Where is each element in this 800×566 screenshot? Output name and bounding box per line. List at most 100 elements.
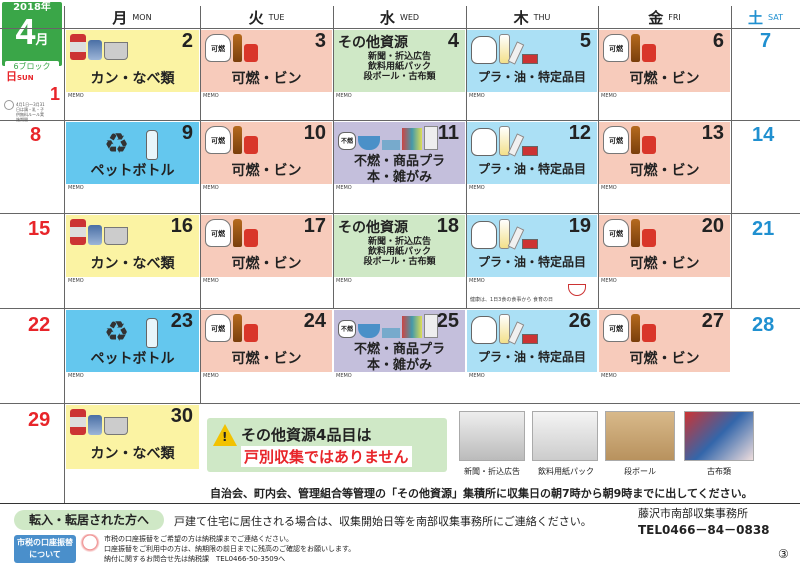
item-icons: 可燃 bbox=[603, 34, 656, 62]
item-icons bbox=[471, 219, 538, 250]
collection-label: 可燃・ビン bbox=[629, 71, 700, 87]
recycle-icon: ♻ bbox=[104, 127, 130, 160]
move-text: 戸建て住宅に居住される場合は、収集開始日等を南部収集事務所にご連絡ください。 bbox=[174, 515, 592, 528]
collection-label: カン・なべ類 bbox=[90, 446, 175, 462]
sat-28: 28 bbox=[752, 314, 775, 336]
memo-label: MEMO bbox=[68, 278, 84, 284]
photo-caption-newspaper: 新聞・折込広告 bbox=[464, 467, 520, 476]
collection-label: ペットボトル bbox=[90, 163, 175, 179]
pet-bottle-icon bbox=[146, 318, 158, 348]
old-cloth-photo bbox=[684, 411, 754, 461]
collection-label: 可燃・ビン bbox=[231, 163, 302, 179]
burnable-bag-icon: 可燃 bbox=[205, 314, 231, 342]
garbage-calendar: 2018年 4月 6ブロック 月 MON 火 TUE 水 WED 木 THU 金 FRI … bbox=[0, 0, 800, 566]
paper-icon bbox=[424, 126, 438, 150]
burnable-bag-icon: 可燃 bbox=[603, 126, 629, 154]
memo-label: MEMO bbox=[336, 278, 352, 284]
item-icons: 可燃 bbox=[205, 219, 258, 247]
day-number: 27 bbox=[701, 310, 724, 332]
item-icons: 可燃 bbox=[205, 126, 258, 154]
day-cell-mon-23: 23 ♻ ペットボトル bbox=[66, 310, 199, 372]
burnable-bag-icon: 可燃 bbox=[603, 34, 629, 62]
bowl-icon bbox=[358, 324, 380, 338]
nonburnable-bag-icon: 不燃 bbox=[338, 320, 356, 338]
health-note: 健康は、1日3食の食事から 食育の日 bbox=[470, 297, 553, 303]
sun-1-cell: 1 4月1日～3月31日は鶏・乳・子供無料ルール実施期間 bbox=[2, 80, 62, 122]
day-number: 9 bbox=[181, 122, 193, 144]
item-icons: 可燃 bbox=[603, 126, 656, 154]
other-items: 新聞・折込広告 飲料用紙パック 段ボール・古布類 bbox=[363, 52, 436, 82]
day-cell-tue-17: 17 可燃 可燃・ビン bbox=[201, 215, 332, 277]
day-number: 25 bbox=[436, 310, 459, 332]
notice-line2: 戸別収集ではありません bbox=[241, 446, 412, 467]
header-thu: 木 THU bbox=[513, 8, 551, 27]
notice-line1: その他資源4品目は bbox=[241, 426, 372, 444]
item-icons bbox=[471, 34, 538, 65]
photo-caption-carton: 飲料用紙パック bbox=[538, 467, 594, 476]
sat-7: 7 bbox=[760, 30, 772, 52]
day-cell-fri-27: 27 可燃 可燃・ビン bbox=[599, 310, 730, 372]
item-icons bbox=[70, 409, 128, 435]
photo-caption-cardboard: 段ボール bbox=[624, 467, 656, 476]
plastic-bag-icon bbox=[471, 128, 497, 156]
memo-label: MEMO bbox=[469, 185, 485, 191]
item-icons: 可燃 bbox=[205, 314, 258, 342]
rice-icon bbox=[4, 100, 14, 110]
day-number: 1 bbox=[49, 84, 60, 104]
battery-icon bbox=[522, 334, 538, 344]
can-icon bbox=[88, 415, 102, 435]
office-name: 藤沢市南部収集事務所 bbox=[638, 507, 748, 520]
month-number: 4 bbox=[15, 11, 36, 52]
memo-label: MEMO bbox=[336, 93, 352, 99]
day-number: 13 bbox=[701, 122, 724, 144]
collection-label: プラ・油・特定品目 bbox=[477, 350, 586, 364]
can-icon bbox=[88, 40, 102, 60]
day-number: 16 bbox=[170, 215, 193, 237]
memo-label: MEMO bbox=[68, 185, 84, 191]
day-number: 2 bbox=[181, 30, 193, 52]
day-number: 23 bbox=[170, 310, 193, 332]
cardboard-photo bbox=[605, 411, 675, 461]
sat-14: 14 bbox=[752, 124, 775, 146]
day-number: 17 bbox=[303, 215, 326, 237]
item-icons: 可燃 bbox=[603, 219, 656, 247]
bottle-icon bbox=[631, 219, 640, 247]
day-number: 4 bbox=[447, 30, 459, 52]
memo-label: MEMO bbox=[469, 278, 485, 284]
plastic-bag-icon bbox=[471, 36, 497, 64]
can-icon bbox=[70, 409, 86, 435]
item-icons: 可燃 bbox=[205, 34, 258, 62]
collection-label: プラ・油・特定品目 bbox=[477, 162, 586, 176]
day-cell-mon-16: 16 カン・なべ類 bbox=[66, 215, 199, 277]
jar-icon bbox=[244, 136, 258, 154]
day-number: 19 bbox=[568, 215, 591, 237]
memo-label: MEMO bbox=[203, 185, 219, 191]
header-tue: 火 TUE bbox=[248, 8, 285, 27]
notice-bottom: 自治会、町内会、管理組合等管理の「その他資源」集積所に収集日の朝7時から朝9時ま… bbox=[210, 487, 753, 500]
bottle-icon bbox=[631, 314, 640, 342]
memo-label: MEMO bbox=[68, 93, 84, 99]
memo-label: MEMO bbox=[601, 185, 617, 191]
burnable-bag-icon: 可燃 bbox=[603, 219, 629, 247]
notice-box: ! その他資源4品目は 戸別収集ではありません bbox=[207, 418, 447, 472]
office-tel: TEL0466－84－0838 bbox=[638, 523, 770, 537]
item-icons: 不燃 bbox=[338, 126, 438, 150]
books-icon bbox=[402, 316, 422, 338]
header-fri: 金 FRI bbox=[648, 8, 681, 27]
memo-label: MEMO bbox=[601, 278, 617, 284]
day-cell-tue-24: 24 可燃 可燃・ビン bbox=[201, 310, 332, 372]
item-icons bbox=[471, 126, 538, 157]
day-number: 24 bbox=[303, 310, 326, 332]
can-icon bbox=[70, 34, 86, 60]
collection-label: 可燃・ビン bbox=[231, 71, 302, 87]
books-icon bbox=[402, 128, 422, 150]
tax-badge: 市税の口座振替 について bbox=[14, 535, 76, 563]
recycle-icon: ♻ bbox=[104, 315, 130, 348]
nonburnable-bag-icon: 不燃 bbox=[338, 132, 356, 150]
sun-8: 8 bbox=[30, 124, 42, 146]
sat-21: 21 bbox=[752, 218, 775, 240]
day-cell-wed-25: 25 不燃 不燃・商品プラ 本・雑がみ bbox=[334, 310, 465, 372]
milk-carton-photo bbox=[532, 411, 598, 461]
collection-label-2: 本・雑がみ bbox=[366, 170, 432, 184]
memo-label: MEMO bbox=[469, 93, 485, 99]
